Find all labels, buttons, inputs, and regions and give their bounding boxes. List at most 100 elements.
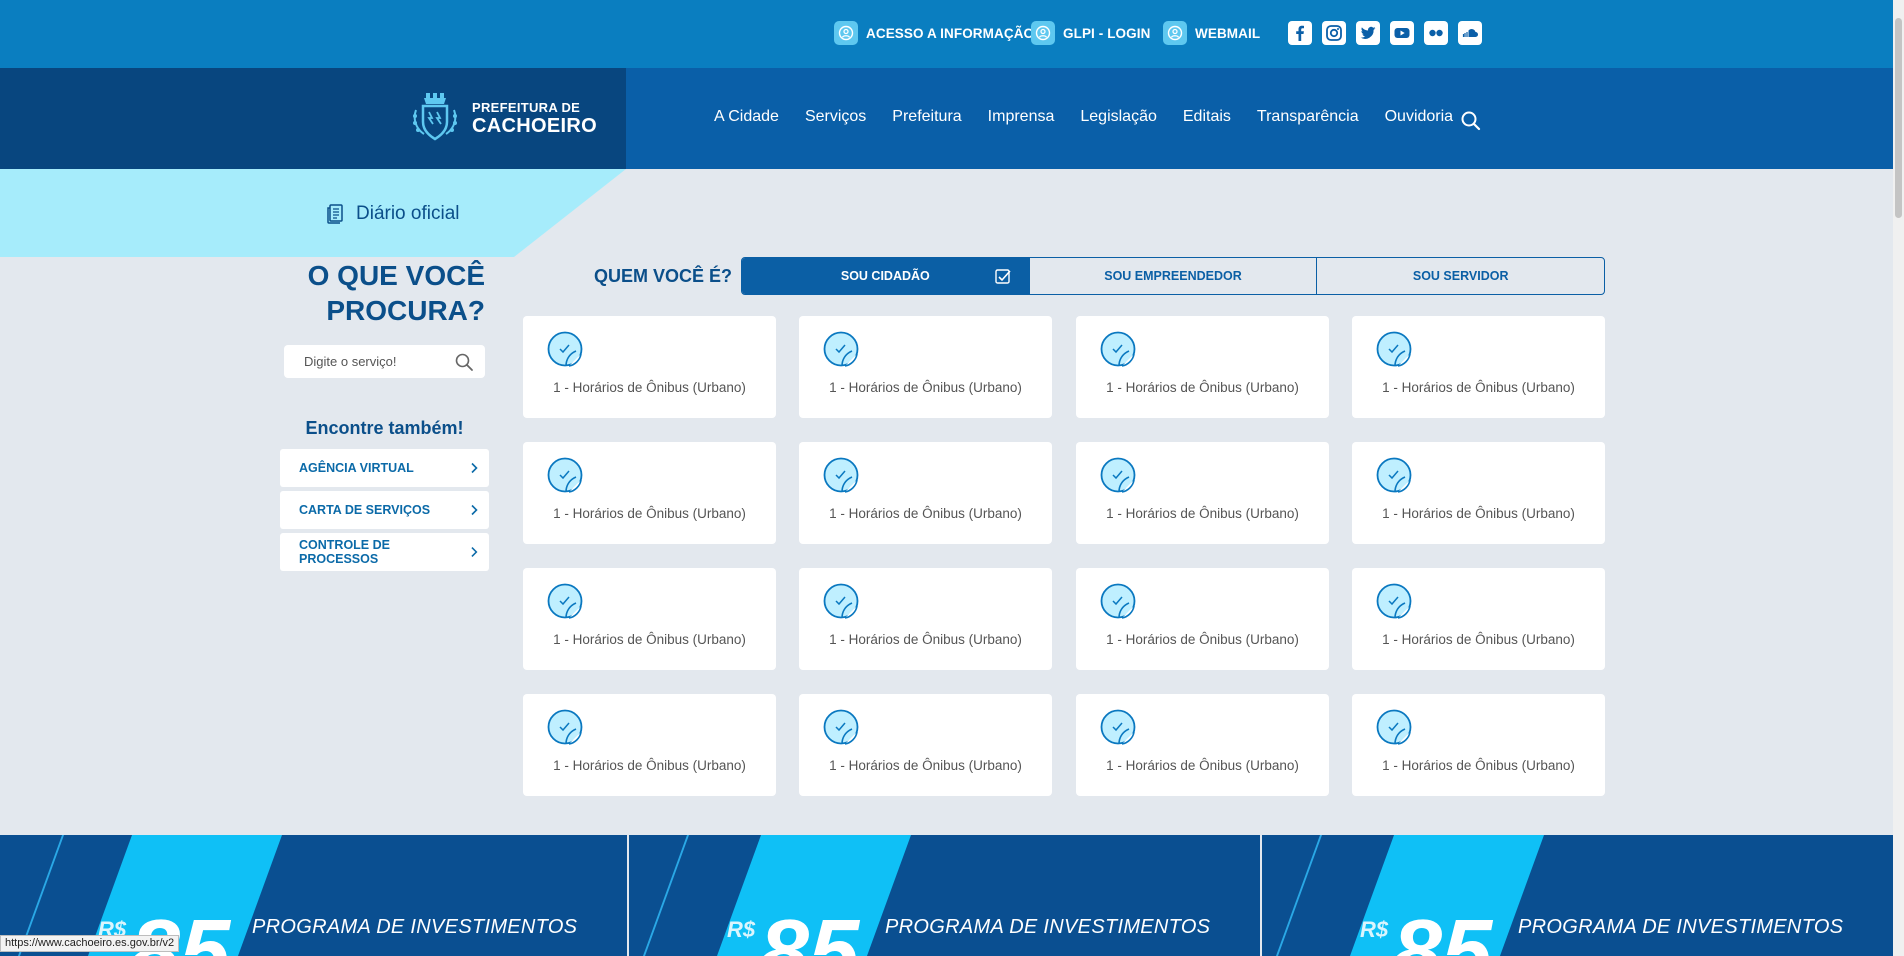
glpi-login-label: GLPI - LOGIN bbox=[1063, 25, 1151, 41]
info-icon bbox=[834, 21, 858, 45]
service-card[interactable]: 1 - Horários de Ônibus (Urbano) bbox=[523, 442, 776, 544]
service-card[interactable]: 1 - Horários de Ônibus (Urbano) bbox=[799, 442, 1052, 544]
service-badge-icon bbox=[1100, 583, 1136, 619]
service-card-label: 1 - Horários de Ônibus (Urbano) bbox=[1382, 758, 1575, 773]
search-icon[interactable] bbox=[1459, 109, 1483, 133]
banner-currency: R$ bbox=[727, 917, 756, 942]
service-card[interactable]: 1 - Horários de Ônibus (Urbano) bbox=[1076, 316, 1329, 418]
investment-banner[interactable]: R$ 85 PROGRAMA DE INVESTIMENTOS bbox=[629, 835, 1260, 956]
service-badge-icon bbox=[1376, 709, 1412, 745]
service-badge-icon bbox=[1100, 457, 1136, 493]
service-card-label: 1 - Horários de Ônibus (Urbano) bbox=[1106, 380, 1299, 395]
service-card[interactable]: 1 - Horários de Ônibus (Urbano) bbox=[523, 568, 776, 670]
page-title: O QUE VOCÊ PROCURA? bbox=[285, 258, 485, 328]
service-card-label: 1 - Horários de Ônibus (Urbano) bbox=[553, 632, 746, 647]
tab-label: SOU CIDADÃO bbox=[840, 269, 930, 283]
banner-stripe-line bbox=[642, 835, 690, 956]
service-badge-icon bbox=[1376, 457, 1412, 493]
chevron-right-icon bbox=[471, 462, 478, 474]
status-bar-url: https://www.cachoeiro.es.gov.br/v2 bbox=[0, 935, 180, 952]
nav-item-imprensa[interactable]: Imprensa bbox=[988, 108, 1055, 126]
banner-program-text: PROGRAMA DE INVESTIMENTOS bbox=[252, 916, 578, 938]
scrollbar-thumb[interactable] bbox=[1895, 18, 1902, 218]
service-card[interactable]: 1 - Horários de Ônibus (Urbano) bbox=[1352, 442, 1605, 544]
tab-sou-cidadao[interactable]: SOU CIDADÃO bbox=[742, 258, 1030, 294]
user-icon bbox=[1031, 21, 1055, 45]
flickr-icon[interactable] bbox=[1424, 21, 1448, 45]
social-links bbox=[1288, 21, 1482, 45]
soundcloud-icon[interactable] bbox=[1458, 21, 1482, 45]
tab-label: SOU EMPREENDEDOR bbox=[1104, 269, 1242, 283]
service-card[interactable]: 1 - Horários de Ônibus (Urbano) bbox=[1076, 442, 1329, 544]
tab-sou-empreendedor[interactable]: SOU EMPREENDEDOR bbox=[1030, 258, 1318, 294]
nav-item-prefeitura[interactable]: Prefeitura bbox=[892, 108, 961, 126]
service-card[interactable]: 1 - Horários de Ônibus (Urbano) bbox=[523, 316, 776, 418]
quem-voce-e-label: QUEM VOCÊ É? bbox=[594, 266, 733, 286]
nav-item-ouvidoria[interactable]: Ouvidoria bbox=[1385, 108, 1453, 126]
service-badge-icon bbox=[1100, 709, 1136, 745]
logo-line1: PREFEITURA DE bbox=[472, 99, 581, 115]
service-card-label: 1 - Horários de Ônibus (Urbano) bbox=[1106, 758, 1299, 773]
service-card[interactable]: 1 - Horários de Ônibus (Urbano) bbox=[1076, 694, 1329, 796]
service-card-label: 1 - Horários de Ônibus (Urbano) bbox=[553, 758, 746, 773]
encontre-tambem-heading: Encontre também! bbox=[305, 418, 464, 438]
service-card[interactable]: 1 - Horários de Ônibus (Urbano) bbox=[523, 694, 776, 796]
service-card[interactable]: 1 - Horários de Ônibus (Urbano) bbox=[1352, 568, 1605, 670]
search-icon[interactable] bbox=[454, 352, 474, 372]
facebook-icon[interactable] bbox=[1288, 21, 1312, 45]
service-card[interactable]: 1 - Horários de Ônibus (Urbano) bbox=[799, 694, 1052, 796]
banner-stripe-line bbox=[1275, 835, 1323, 956]
service-card-label: 1 - Horários de Ônibus (Urbano) bbox=[829, 380, 1022, 395]
service-search-input[interactable] bbox=[284, 345, 444, 378]
service-badge-icon bbox=[823, 709, 859, 745]
service-card-label: 1 - Horários de Ônibus (Urbano) bbox=[1106, 506, 1299, 521]
diario-panel bbox=[0, 169, 626, 257]
service-badge-icon bbox=[1376, 331, 1412, 367]
acesso-informacao-link[interactable]: ACESSO A INFORMAÇÃO bbox=[834, 21, 1034, 45]
nav-item-editais[interactable]: Editais bbox=[1183, 108, 1231, 126]
service-badge-icon bbox=[823, 331, 859, 367]
youtube-icon[interactable] bbox=[1390, 21, 1414, 45]
service-card[interactable]: 1 - Horários de Ônibus (Urbano) bbox=[1076, 568, 1329, 670]
service-card[interactable]: 1 - Horários de Ônibus (Urbano) bbox=[799, 316, 1052, 418]
nav-item-a-cidade[interactable]: A Cidade bbox=[714, 108, 779, 126]
service-card-label: 1 - Horários de Ônibus (Urbano) bbox=[829, 758, 1022, 773]
banner-amount: 85 bbox=[1392, 902, 1493, 956]
nav-item-servicos[interactable]: Serviços bbox=[805, 108, 866, 126]
banner-amount: 85 bbox=[759, 902, 860, 956]
nav-item-transparencia[interactable]: Transparência bbox=[1257, 108, 1359, 126]
diario-oficial-link[interactable]: Diário oficial bbox=[326, 203, 459, 225]
twitter-icon[interactable] bbox=[1356, 21, 1380, 45]
logo-line2: CACHOEIRO bbox=[472, 114, 597, 137]
main-menu: A Cidade Serviços Prefeitura Imprensa Le… bbox=[714, 108, 1479, 126]
tab-sou-servidor[interactable]: SOU SERVIDOR bbox=[1317, 258, 1604, 294]
service-card[interactable]: 1 - Horários de Ônibus (Urbano) bbox=[1352, 694, 1605, 796]
service-badge-icon bbox=[823, 583, 859, 619]
service-badge-icon bbox=[547, 331, 583, 367]
service-card[interactable]: 1 - Horários de Ônibus (Urbano) bbox=[799, 568, 1052, 670]
quick-link-carta-de-servicos[interactable]: CARTA DE SERVIÇOS bbox=[280, 491, 489, 529]
glpi-login-link[interactable]: GLPI - LOGIN bbox=[1031, 21, 1151, 45]
nav-item-legislacao[interactable]: Legislação bbox=[1080, 108, 1157, 126]
site-logo[interactable]: PREFEITURA DE CACHOEIRO bbox=[404, 90, 597, 146]
tab-label: SOU SERVIDOR bbox=[1412, 269, 1509, 283]
coat-of-arms-icon bbox=[413, 93, 457, 141]
mail-icon bbox=[1163, 21, 1187, 45]
quick-link-agencia-virtual[interactable]: AGÊNCIA VIRTUAL bbox=[280, 449, 489, 487]
page-scrollbar[interactable] bbox=[1893, 0, 1904, 956]
quick-link-controle-de-processos[interactable]: CONTROLE DE PROCESSOS bbox=[280, 533, 489, 571]
service-card-label: 1 - Horários de Ônibus (Urbano) bbox=[1382, 380, 1575, 395]
service-card-label: 1 - Horários de Ônibus (Urbano) bbox=[829, 506, 1022, 521]
instagram-icon[interactable] bbox=[1322, 21, 1346, 45]
quick-link-label: AGÊNCIA VIRTUAL bbox=[299, 461, 414, 475]
webmail-link[interactable]: WEBMAIL bbox=[1163, 21, 1261, 45]
logo-text: PREFEITURA DE CACHOEIRO bbox=[472, 101, 597, 136]
webmail-label: WEBMAIL bbox=[1195, 25, 1261, 41]
document-icon bbox=[327, 204, 343, 224]
banner-program-text: PROGRAMA DE INVESTIMENTOS bbox=[1518, 916, 1844, 938]
service-badge-icon bbox=[547, 583, 583, 619]
service-card[interactable]: 1 - Horários de Ônibus (Urbano) bbox=[1352, 316, 1605, 418]
service-badge-icon bbox=[1376, 583, 1412, 619]
investment-banner[interactable]: R$ 85 PROGRAMA DE INVESTIMENTOS bbox=[1262, 835, 1893, 956]
service-card-label: 1 - Horários de Ônibus (Urbano) bbox=[553, 506, 746, 521]
